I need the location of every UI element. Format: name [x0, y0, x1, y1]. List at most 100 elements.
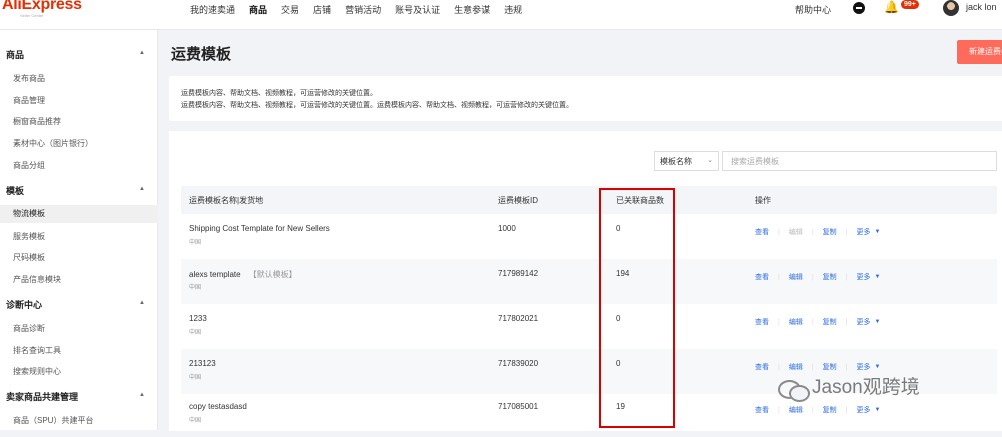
sidebar-item-media-center[interactable]: 素材中心（图片银行）	[13, 138, 93, 149]
template-id: 1000	[498, 224, 516, 233]
page-title: 运费模板	[171, 46, 232, 63]
row-actions: 查看 | 编辑 | 复制 | 更多 ▼	[755, 362, 881, 372]
template-id: 717839020	[498, 359, 539, 368]
copy-link[interactable]: 复制	[823, 405, 837, 415]
sidebar-item-product-diagnosis[interactable]: 商品诊断	[13, 323, 45, 334]
sidebar-item-product-info-module[interactable]: 产品信息模块	[13, 274, 61, 285]
sidebar-section-diagnosis[interactable]: 诊断中心	[6, 298, 42, 311]
nav-my-aliexpress[interactable]: 我的速卖通	[190, 3, 235, 16]
nav-business-advisor[interactable]: 生意参谋	[454, 3, 490, 16]
notice-panel: 运费模板内容、帮助文档、视频教程，可运营修改的关键位置。 运费模板内容、帮助文档…	[169, 76, 1002, 121]
copy-link[interactable]: 复制	[823, 362, 837, 372]
default-template-tag: 【默认模板】	[248, 270, 297, 279]
sidebar-item-shipping-templates[interactable]: 物流模板	[0, 205, 158, 223]
notice-line: 运费模板内容、帮助文档、视频教程，可运营修改的关键位置。	[181, 90, 377, 97]
ship-from: 中国	[189, 375, 202, 381]
sidebar: 商品 ▲ 发布商品 商品管理 橱窗商品推荐 素材中心（图片银行） 商品分组 模板…	[0, 30, 158, 430]
notification-badge[interactable]: 99+	[901, 0, 919, 9]
ship-from: 中国	[189, 240, 202, 246]
sidebar-item-manage-products[interactable]: 商品管理	[13, 95, 45, 106]
edit-link[interactable]: 编辑	[789, 405, 803, 415]
caret-down-icon[interactable]: ▼	[874, 364, 880, 370]
table-row: Shipping Cost Template for New Sellers 中…	[181, 214, 997, 259]
more-link[interactable]: 更多	[856, 227, 870, 237]
chevron-up-icon[interactable]: ▲	[139, 392, 145, 398]
table-row: 1233 中国 717802021 0 查看 | 编辑 | 复制 | 更多 ▼	[181, 304, 997, 349]
logo-subtitle: Seller Center	[20, 13, 44, 18]
bell-icon[interactable]: 🔔	[884, 0, 899, 14]
linked-count-highlight-box	[599, 188, 675, 428]
sidebar-item-publish-product[interactable]: 发布商品	[13, 73, 45, 84]
template-name: copy testasdasd	[189, 402, 247, 411]
ship-from: 中国	[189, 285, 202, 291]
sidebar-section-templates[interactable]: 模板	[6, 184, 24, 197]
sidebar-item-size-templates[interactable]: 尺码模板	[13, 252, 45, 263]
template-name: 1233	[189, 314, 207, 323]
top-nav: 我的速卖通 商品 交易 店铺 营销活动 账号及认证 生意参谋 违规	[190, 3, 536, 16]
avatar[interactable]	[943, 0, 959, 16]
table-header: 运费模板名称|发货地 运费模板ID 已关联商品数 操作	[181, 186, 997, 214]
ship-from: 中国	[189, 418, 202, 424]
sidebar-item-product-groups[interactable]: 商品分组	[13, 160, 45, 171]
view-link[interactable]: 查看	[755, 362, 769, 372]
template-id: 717989142	[498, 269, 539, 278]
copy-link[interactable]: 复制	[823, 227, 837, 237]
edit-link: 编辑	[788, 229, 803, 236]
more-link[interactable]: 更多	[856, 362, 870, 372]
row-actions: 查看 | 编辑 | 复制 | 更多 ▼	[755, 272, 881, 282]
chevron-up-icon[interactable]: ▲	[139, 300, 145, 306]
new-template-button[interactable]: 新建运费模板	[957, 40, 1002, 64]
wechat-icon	[778, 378, 810, 402]
search-input[interactable]: 搜索运费模板	[722, 151, 997, 171]
more-link[interactable]: 更多	[856, 317, 870, 327]
sidebar-item-spu-platform[interactable]: 商品（SPU）共建平台	[13, 415, 93, 426]
row-actions: 查看 | 编辑 | 复制 | 更多 ▼	[755, 405, 881, 415]
template-id: 717802021	[498, 314, 539, 323]
column-header-name: 运费模板名称|发货地	[189, 196, 264, 205]
nav-store[interactable]: 店铺	[313, 3, 331, 16]
filter-field-value: 模板名称	[660, 157, 692, 166]
sidebar-item-ranking-tool[interactable]: 排名查询工具	[13, 345, 61, 356]
edit-link[interactable]: 编辑	[789, 362, 803, 372]
view-link[interactable]: 查看	[755, 227, 769, 237]
sidebar-section-products[interactable]: 商品	[6, 48, 24, 61]
nav-marketing[interactable]: 营销活动	[345, 3, 381, 16]
chevron-down-icon: ⌄	[707, 157, 713, 164]
chevron-up-icon[interactable]: ▲	[139, 50, 145, 56]
sidebar-section-co-build[interactable]: 卖家商品共建管理	[6, 390, 78, 403]
nav-orders[interactable]: 交易	[281, 3, 299, 16]
view-link[interactable]: 查看	[755, 317, 769, 327]
view-link[interactable]: 查看	[755, 405, 769, 415]
caret-down-icon[interactable]: ▼	[874, 407, 880, 413]
column-header-id: 运费模板ID	[498, 196, 538, 205]
nav-products[interactable]: 商品	[249, 3, 267, 16]
filter-field-select[interactable]: 模板名称 ⌄	[654, 151, 719, 171]
more-link[interactable]: 更多	[856, 272, 870, 282]
column-header-actions: 操作	[755, 196, 771, 205]
notice-line: 运费模板内容、帮助文档、视频教程，可运营修改的关键位置。运费模板内容、帮助文档、…	[181, 102, 573, 109]
copy-link[interactable]: 复制	[823, 272, 837, 282]
username[interactable]: jack lon	[966, 2, 997, 12]
sidebar-item-service-templates[interactable]: 服务模板	[13, 231, 45, 242]
nav-violations[interactable]: 违规	[504, 3, 522, 16]
more-link[interactable]: 更多	[856, 405, 870, 415]
caret-down-icon[interactable]: ▼	[874, 319, 880, 325]
watermark: Jason观跨境	[778, 372, 920, 402]
template-name: 213123	[189, 359, 216, 368]
table-row: alexs template 【默认模板】 中国 717989142 194 查看…	[181, 259, 997, 304]
copy-link[interactable]: 复制	[823, 317, 837, 327]
caret-down-icon[interactable]: ▼	[874, 274, 880, 280]
caret-down-icon[interactable]: ▼	[874, 229, 880, 235]
template-name: alexs template 【默认模板】	[189, 270, 297, 279]
service-icon[interactable]	[853, 2, 865, 14]
nav-account[interactable]: 账号及认证	[395, 3, 440, 16]
sidebar-item-search-rules[interactable]: 搜索规则中心	[13, 366, 61, 377]
ship-from: 中国	[189, 330, 202, 336]
chevron-up-icon[interactable]: ▲	[139, 186, 145, 192]
edit-link[interactable]: 编辑	[789, 272, 803, 282]
help-center-link[interactable]: 帮助中心	[795, 3, 831, 16]
view-link[interactable]: 查看	[755, 272, 769, 282]
edit-link[interactable]: 编辑	[789, 317, 803, 327]
aliexpress-logo[interactable]: AliExpress	[2, 0, 82, 14]
sidebar-item-window-products[interactable]: 橱窗商品推荐	[13, 116, 61, 127]
